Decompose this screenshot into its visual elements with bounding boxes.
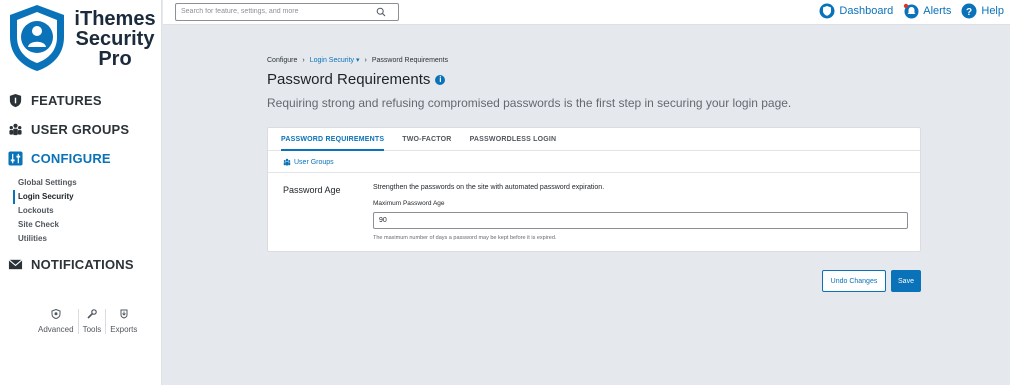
dashboard-link-label: Dashboard [839,5,894,17]
brand-line-1: iThemes [74,8,156,30]
shield-user-icon [10,5,64,71]
user-groups-link[interactable]: User Groups [283,158,334,166]
user-groups-label: User Groups [294,158,334,166]
caret-down-icon: ▾ [356,57,360,64]
dashboard-link[interactable]: Dashboard [819,3,893,19]
svg-text:?: ? [966,7,972,18]
max-password-age-hint: The maximum number of days a password ma… [373,235,557,241]
question-icon: ? [961,3,977,19]
users-icon [9,123,22,136]
tool-exports-label: Exports [110,325,138,334]
page-title: Password Requirements i [267,71,446,88]
max-password-age-label: Maximum Password Age [373,200,445,207]
breadcrumb-current: Password Requirements [371,56,449,64]
bell-icon [904,3,919,19]
brand-logo[interactable]: iThemes Security Pro [4,3,160,77]
breadcrumb-login-security[interactable]: Login Security ▾ [310,56,360,64]
breadcrumb: Configure › Login Security ▾ › Password … [267,56,449,65]
breadcrumb-configure[interactable]: Configure [267,57,297,64]
help-link-label: Help [981,5,1004,17]
user-groups-bar: User Groups [268,151,920,173]
nav-configure-label: CONFIGURE [31,151,111,166]
brand-name: iThemes Security Pro [72,9,158,69]
page-title-text: Password Requirements [267,71,431,88]
nav-notifications-label: NOTIFICATIONS [31,257,134,272]
top-bar: Dashboard Alerts ? Help [163,0,1010,25]
envelope-icon [8,259,23,270]
tab-two-factor[interactable]: TWO-FACTOR [402,128,451,151]
tools-bar: Advanced Tools Exports [34,309,141,334]
search-icon[interactable] [376,7,386,17]
search-box[interactable] [175,3,399,21]
tool-exports[interactable]: Exports [106,309,141,334]
alerts-link-label: Alerts [923,5,952,17]
page-description: Requiring strong and refusing compromise… [267,96,792,110]
alerts-link[interactable]: Alerts [903,3,951,19]
shield-small-icon [51,309,61,319]
wrench-icon [87,309,97,319]
shield-icon [819,3,835,19]
sidebar: iThemes Security Pro FEATURES USER GROUP… [0,0,162,385]
chevron-right-icon: › [364,56,367,64]
help-link[interactable]: ? Help [961,3,1004,19]
password-age-description: Strengthen the passwords on the site wit… [373,184,605,191]
nav-configure[interactable]: CONFIGURE [8,151,111,166]
subnav-utilities[interactable]: Utilities [15,232,77,246]
tool-advanced-label: Advanced [38,325,74,334]
top-links: Dashboard Alerts ? Help [819,3,1004,19]
tab-password-requirements[interactable]: PASSWORD REQUIREMENTS [281,128,385,151]
export-icon [120,309,128,319]
subnav-lockouts[interactable]: Lockouts [15,204,77,218]
shield-icon [9,93,22,108]
tab-bar: PASSWORD REQUIREMENTS TWO-FACTOR PASSWOR… [268,128,920,151]
brand-line-3: Pro [98,48,132,70]
tool-advanced[interactable]: Advanced [34,309,79,334]
subnav-login-security[interactable]: Login Security [13,190,77,204]
nav-notifications[interactable]: NOTIFICATIONS [8,257,134,272]
nav-features[interactable]: FEATURES [8,93,102,108]
configure-subnav: Global Settings Login Security Lockouts … [13,176,77,246]
brand-line-2: Security [75,28,155,50]
search-input[interactable] [181,8,371,15]
chevron-right-icon: › [302,56,305,64]
subnav-site-check[interactable]: Site Check [15,218,77,232]
settings-card: PASSWORD REQUIREMENTS TWO-FACTOR PASSWOR… [267,127,921,252]
tool-tools-label: Tools [82,325,102,334]
max-password-age-input[interactable] [373,212,908,229]
subnav-global-settings[interactable]: Global Settings [15,176,77,190]
save-button[interactable]: Save [891,270,921,292]
breadcrumb-login-security-label: Login Security [309,57,355,64]
nav-features-label: FEATURES [31,93,102,108]
nav-user-groups[interactable]: USER GROUPS [8,122,129,137]
info-icon[interactable]: i [435,74,446,85]
nav-user-groups-label: USER GROUPS [31,122,130,137]
users-icon [283,158,291,166]
undo-changes-button[interactable]: Undo Changes [822,270,886,292]
tool-tools[interactable]: Tools [79,309,107,334]
sliders-icon [8,151,23,166]
password-age-label: Password Age [283,185,341,195]
tab-passwordless-login[interactable]: PASSWORDLESS LOGIN [470,128,557,151]
